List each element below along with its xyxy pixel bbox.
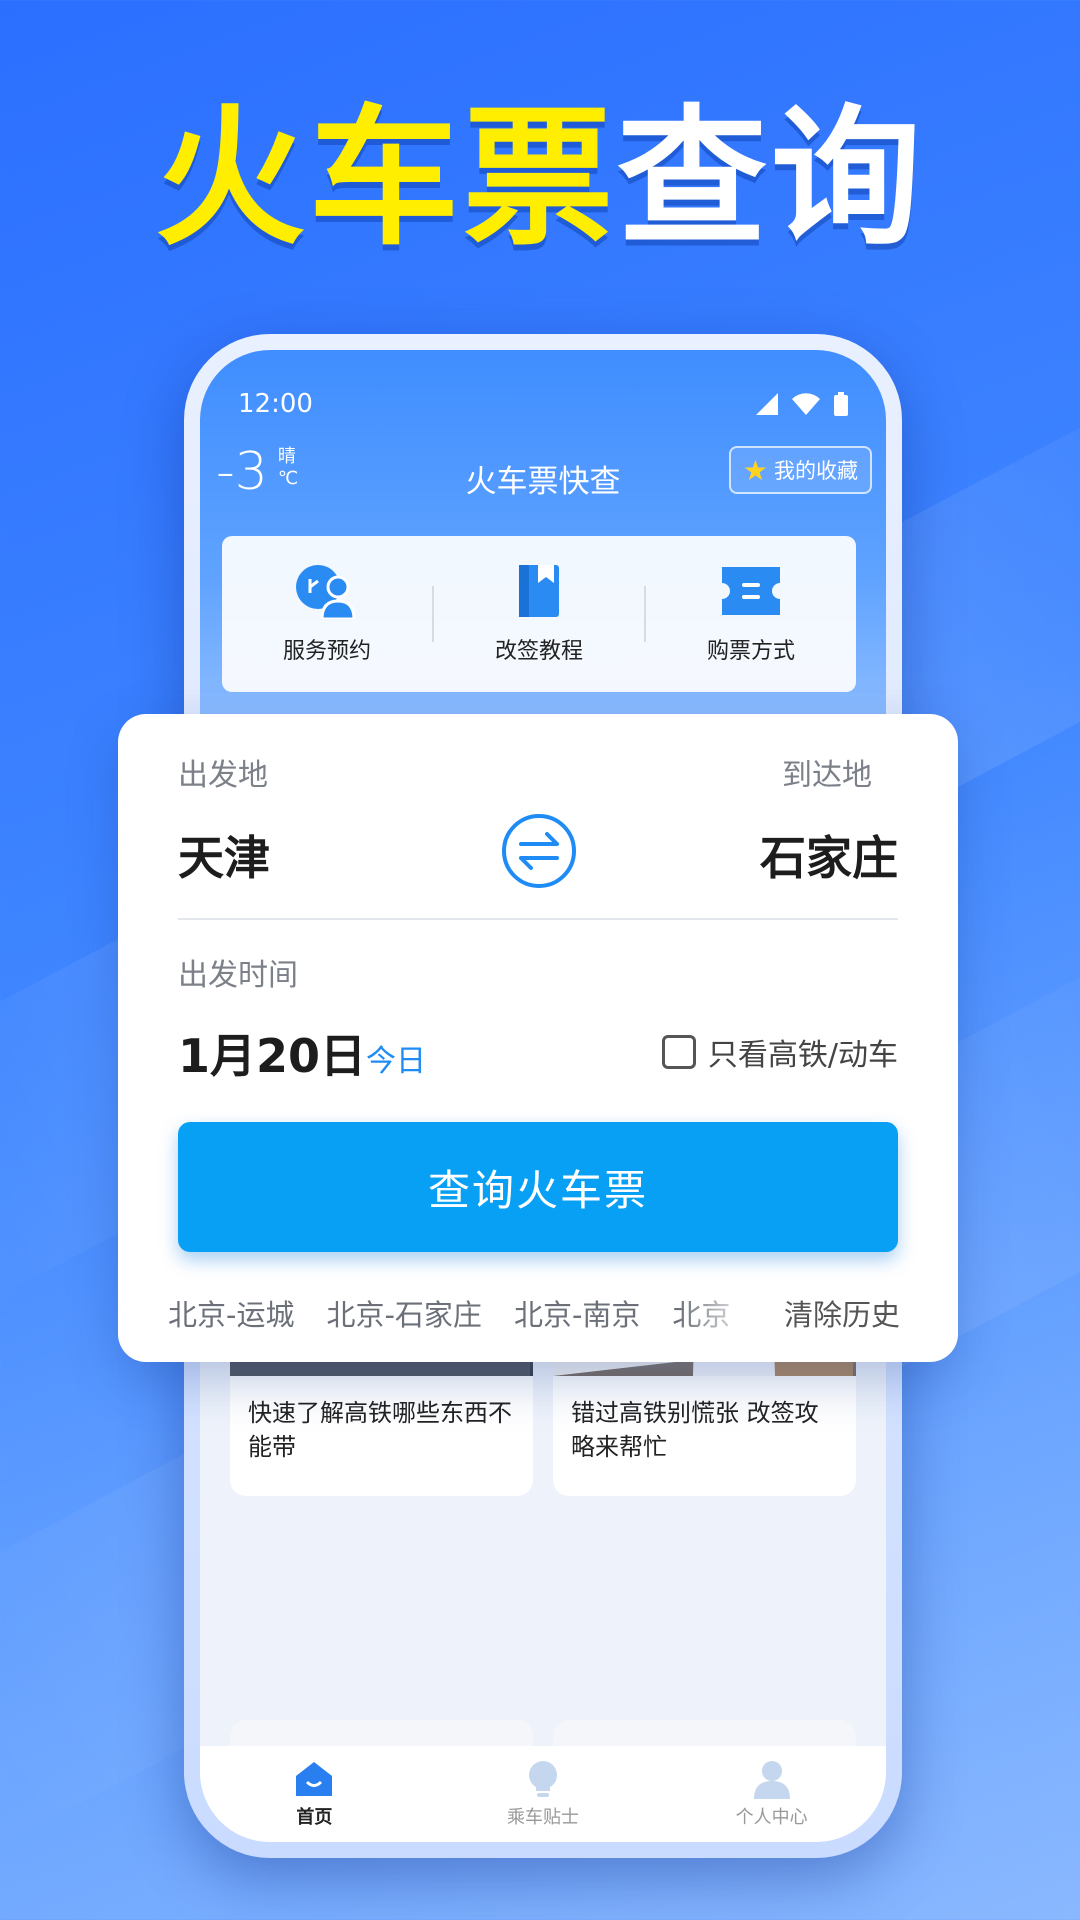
tab-label: 个人中心 xyxy=(735,1807,808,1828)
history-item[interactable]: 北京-石家庄 xyxy=(326,1298,481,1332)
search-history: 北京-运城北京-石家庄北京-南京北京 xyxy=(168,1292,748,1336)
ticket-search-card: 出发地 到达地 天津 石家庄 出发时间 1月20日 今日 只看高铁/动车 查询火… xyxy=(118,714,958,1362)
user-icon xyxy=(753,1761,790,1799)
app-header: -3 晴 ℃ 火车票快查 ★ 我的收藏 xyxy=(200,446,886,526)
history-item[interactable]: 北京-运城 xyxy=(168,1298,294,1332)
high-speed-only-option[interactable]: 只看高铁/动车 xyxy=(661,1030,898,1074)
quick-actions-card: 服务预约 改签教程 购票方式 xyxy=(222,536,856,692)
tab-label: 乘车贴士 xyxy=(507,1807,579,1828)
favorites-button[interactable]: ★ 我的收藏 xyxy=(728,446,872,494)
headline-white: 查询 xyxy=(617,92,926,266)
clear-history-button[interactable]: 清除历史 xyxy=(784,1292,900,1334)
status-time: 12:00 xyxy=(238,389,313,419)
quick-action-label: 改签教程 xyxy=(494,639,583,664)
from-label: 出发地 xyxy=(178,758,268,793)
article-caption: 错过高铁别慌张 改签攻略来帮忙 xyxy=(571,1399,819,1461)
today-tag: 今日 xyxy=(366,1044,426,1079)
swap-icon xyxy=(519,832,559,870)
battery-icon xyxy=(834,392,848,416)
divider xyxy=(178,918,898,920)
promo-headline: 火车票查询 xyxy=(0,104,1080,254)
bookmark-icon xyxy=(519,565,559,617)
home-icon xyxy=(296,1762,333,1796)
high-speed-only-checkbox[interactable] xyxy=(661,1035,696,1069)
bottom-tab-bar: 首页 乘车贴士 个人中心 xyxy=(200,1746,886,1842)
to-label: 到达地 xyxy=(782,758,872,793)
from-city[interactable]: 天津 xyxy=(178,822,270,888)
history-item[interactable]: 北京-南京 xyxy=(514,1298,640,1332)
quick-action-purchase-methods[interactable]: 购票方式 xyxy=(646,563,856,665)
quick-action-change-tutorial[interactable]: 改签教程 xyxy=(434,563,644,665)
search-tickets-button[interactable]: 查询火车票 xyxy=(178,1122,898,1252)
high-speed-only-label: 只看高铁/动车 xyxy=(707,1038,898,1073)
wifi-icon xyxy=(792,393,820,415)
tab-profile[interactable]: 个人中心 xyxy=(657,1746,886,1842)
date-label: 出发时间 xyxy=(178,958,298,993)
tab-home[interactable]: 首页 xyxy=(200,1746,429,1842)
lightbulb-icon xyxy=(529,1761,557,1797)
to-city[interactable]: 石家庄 xyxy=(760,822,898,888)
favorites-label: 我的收藏 xyxy=(774,459,858,483)
tab-travel-tips[interactable]: 乘车贴士 xyxy=(429,1746,658,1842)
article-caption: 快速了解高铁哪些东西不能带 xyxy=(248,1399,512,1461)
star-icon: ★ xyxy=(742,453,768,487)
quick-action-service-booking[interactable]: 服务预约 xyxy=(222,563,432,665)
quick-action-label: 购票方式 xyxy=(706,639,795,664)
ticket-icon xyxy=(722,567,780,615)
tab-label: 首页 xyxy=(296,1807,333,1828)
quick-action-label: 服务预约 xyxy=(282,639,371,664)
headline-yellow: 火车票 xyxy=(154,92,617,266)
swap-cities-button[interactable] xyxy=(502,814,576,888)
signal-icon xyxy=(756,393,778,415)
history-fade xyxy=(678,1288,758,1338)
status-bar: 12:00 xyxy=(200,384,886,424)
service-booking-icon xyxy=(296,565,356,619)
departure-date[interactable]: 1月20日 xyxy=(178,1020,366,1086)
